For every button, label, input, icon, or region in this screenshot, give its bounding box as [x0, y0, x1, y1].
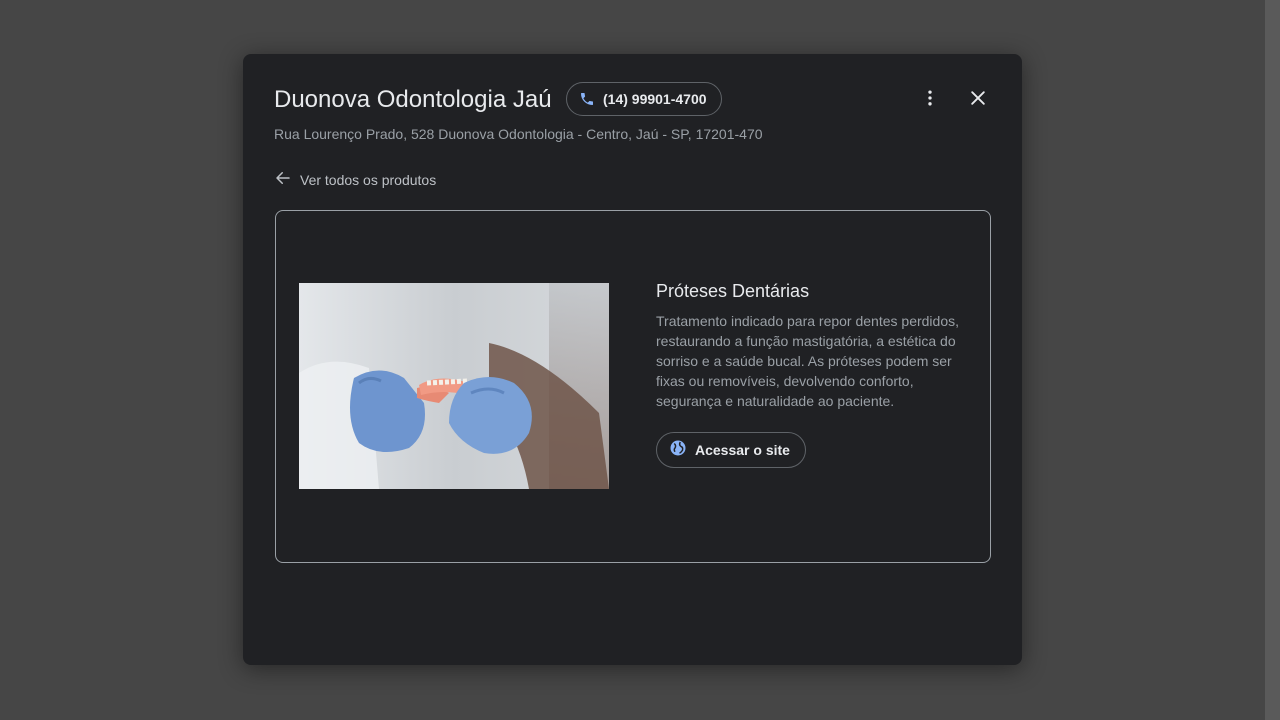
product-description: Tratamento indicado para repor dentes pe…	[656, 313, 959, 409]
product-image	[299, 283, 609, 489]
back-link-label: Ver todos os produtos	[300, 172, 437, 188]
close-icon	[968, 88, 988, 113]
back-to-products-link[interactable]: Ver todos os produtos	[274, 170, 436, 190]
arrow-back-icon	[274, 169, 292, 192]
page-scrollbar[interactable]	[1265, 0, 1280, 720]
call-phone-button[interactable]: (14) 99901-4700	[566, 82, 722, 116]
globe-icon	[669, 439, 687, 462]
close-button[interactable]	[960, 82, 996, 118]
business-address: Rua Lourenço Prado, 528 Duonova Odontolo…	[274, 126, 763, 142]
more-vert-icon	[920, 88, 940, 113]
phone-icon	[579, 91, 595, 107]
more-options-button[interactable]	[912, 82, 948, 118]
product-title: Próteses Dentárias	[656, 281, 810, 301]
business-name: Duonova Odontologia Jaú	[274, 86, 552, 113]
phone-number: (14) 99901-4700	[603, 91, 707, 107]
visit-website-label: Acessar o site	[695, 442, 790, 458]
product-card: Próteses Dentárias Tratamento indicado p…	[275, 210, 991, 563]
product-info: Próteses Dentárias Tratamento indicado p…	[656, 279, 966, 468]
visit-website-button[interactable]: Acessar o site	[656, 432, 806, 468]
business-product-dialog: Duonova Odontologia Jaú (14) 99901-4700 …	[243, 54, 1022, 665]
